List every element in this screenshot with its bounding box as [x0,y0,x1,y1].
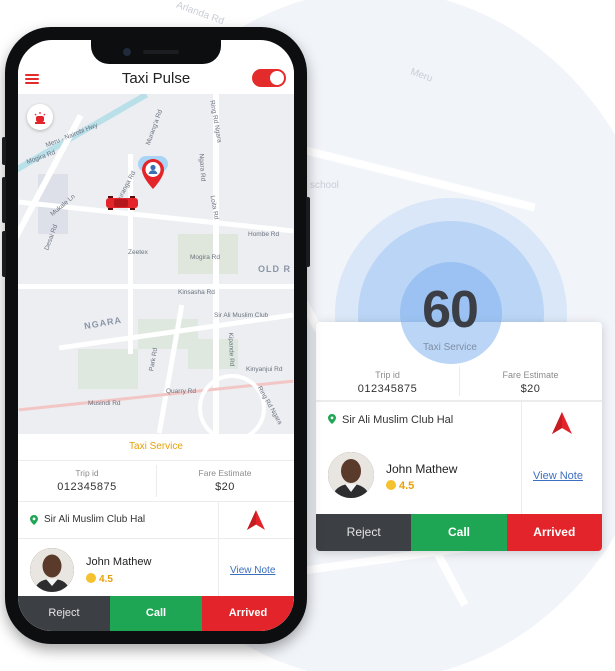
phone-side-button [2,137,6,165]
location-row: Sir Ali Muslim Club Hal [18,502,294,539]
trip-id-value: 012345875 [57,481,117,493]
trip-info-row: Trip id 012345875 Fare Estimate $20 [18,461,294,502]
location-pin-icon [328,414,336,424]
siren-icon[interactable] [34,111,46,124]
map-label: Quarry Rd [166,388,196,395]
speaker [143,50,179,54]
map-label: Hombe Rd [248,231,280,238]
trip-id-label: Trip id [375,370,400,380]
view-note-link[interactable]: View Note [230,565,275,576]
service-label: Taxi Service [18,434,294,461]
countdown-service-label: Taxi Service [423,342,477,353]
reject-button[interactable]: Reject [18,596,110,631]
arrived-button[interactable]: Arrived [202,596,294,631]
phone-side-button [306,197,310,267]
sos-button[interactable] [27,104,53,130]
driver-rating: 4.5 [386,480,414,492]
driver-name: John Mathew [86,556,152,568]
arrived-button[interactable]: Arrived [506,514,602,551]
driver-photo [328,452,374,498]
map-road [18,284,294,289]
location-pin-icon [30,515,38,525]
driver-row: John Mathew 4.5 View Note [18,539,294,601]
rating-value: 4.5 [99,574,113,585]
view-note-link[interactable]: View Note [533,470,583,482]
toggle-knob[interactable] [270,71,284,85]
app-header: Taxi Pulse [18,64,294,94]
trip-id-value: 012345875 [357,383,418,395]
driver-rating: 4.5 [86,573,113,585]
location-text: Sir Ali Muslim Club Hal [342,414,454,426]
map-label: Mogira Rd [190,254,220,261]
phone-side-button [2,177,6,223]
phone-notch [91,40,221,64]
map-label: Kinsasha Rd [178,289,215,296]
location-text: Sir Ali Muslim Club Hal [44,514,146,525]
driver-avatar [30,548,74,592]
phone-side-button [2,231,6,277]
trip-id-cell: Trip id 012345875 [18,461,156,501]
driver-photo [30,548,74,592]
smiley-icon [386,480,396,490]
driver-avatar [328,452,374,498]
navigation-arrow-icon[interactable] [247,510,265,530]
popup-action-bar: Reject Call Arrived [316,514,602,551]
background-label: school [310,180,339,191]
call-button[interactable]: Call [110,596,202,631]
online-toggle[interactable] [252,69,286,87]
fare-value: $20 [520,383,541,395]
location-pin-icon [142,159,164,189]
fare-cell: Fare Estimate $20 [156,461,294,501]
map-label: Kipande Rd [226,332,236,367]
map-block [78,349,138,389]
call-button[interactable]: Call [411,514,507,551]
background-label: Arlanda Rd [174,0,226,28]
map-roundabout [198,374,266,434]
navigate-cell[interactable] [218,502,294,538]
map-label: Zeetex [128,249,148,256]
driver-row: John Mathew 4.5 [316,446,521,516]
phone-frame: Taxi Pulse Meru - Nairobi Hwy Murang'a R… [2,27,310,644]
driver-name: John Mathew [386,462,458,476]
phone-screen: Taxi Pulse Meru - Nairobi Hwy Murang'a R… [18,40,294,631]
countdown-timer: 60 [422,281,479,339]
navigation-arrow-icon[interactable] [552,412,572,434]
map-label: Kinyanjui Rd [246,366,283,373]
fare-label: Fare Estimate [502,370,559,380]
reject-button[interactable]: Reject [316,514,412,551]
trip-card: Taxi Service Trip id 012345875 Fare Esti… [18,434,294,631]
map-label: Sir Ali Muslim Club [214,312,269,319]
fare-value: $20 [215,481,235,493]
rating-value: 4.5 [399,480,415,492]
map-label: OLD R [258,264,291,274]
trip-id-label: Trip id [75,468,99,478]
navigate-cell[interactable] [521,402,602,504]
map-view[interactable]: Meru - Nairobi Hwy Murang'a Rd Ring Rd N… [18,94,294,434]
taxi-car-icon [106,196,138,210]
view-note-cell: View Note [218,539,294,601]
camera-icon [123,48,131,56]
divider [521,400,522,514]
smiley-icon [86,573,96,583]
action-bar: Reject Call Arrived [18,596,294,631]
map-label: Musindi Rd [88,400,121,407]
fare-label: Fare Estimate [198,468,252,478]
